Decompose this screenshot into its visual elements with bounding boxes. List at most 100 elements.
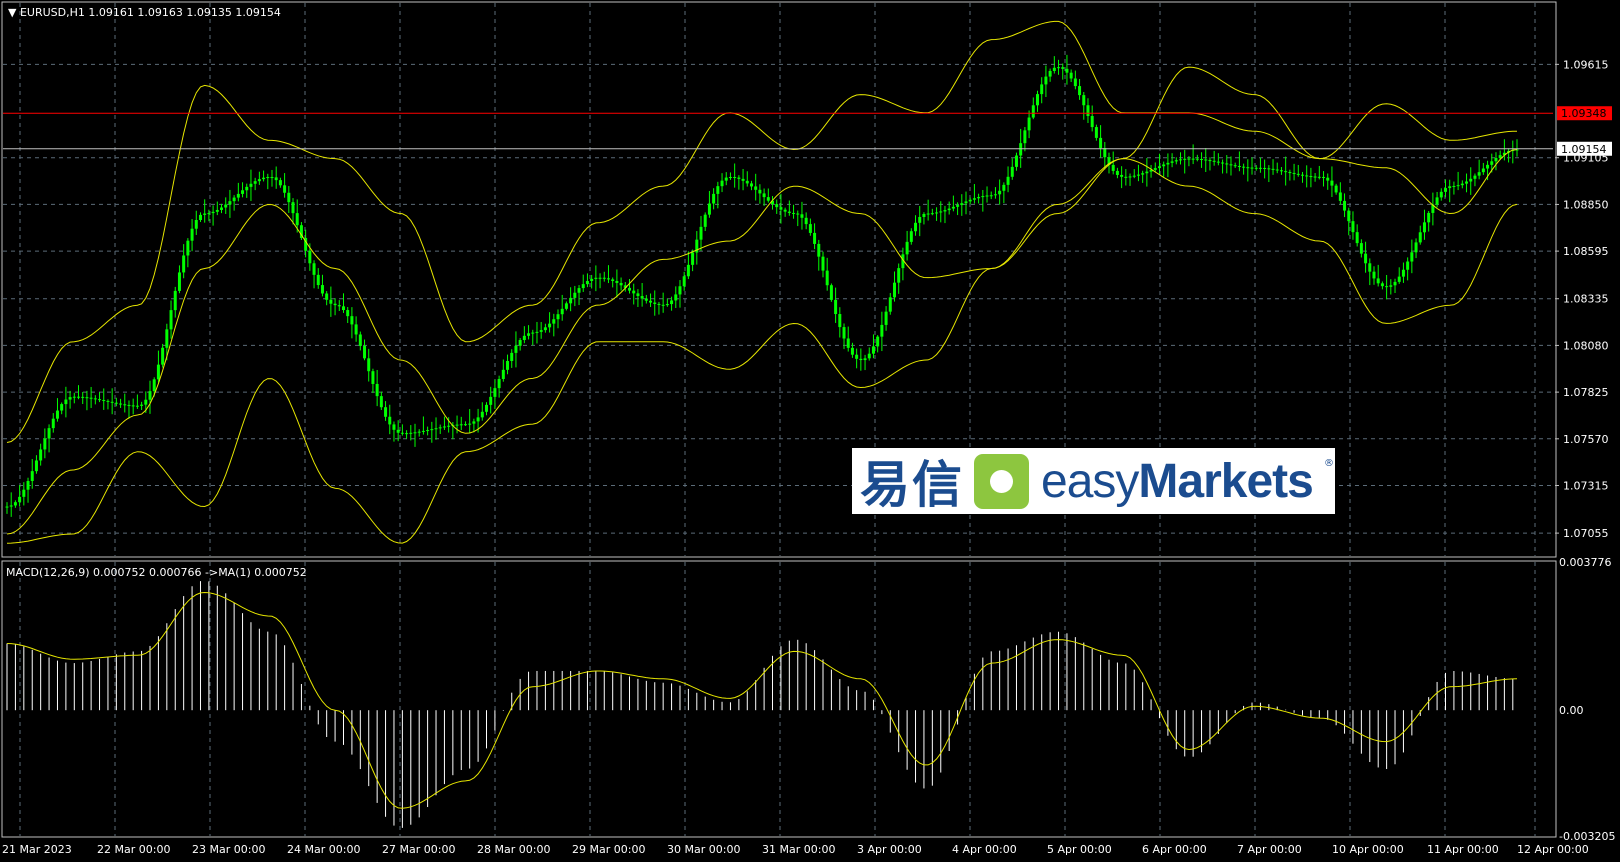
candle-body	[796, 213, 800, 215]
candle-body	[930, 213, 934, 215]
candle-body	[283, 185, 287, 193]
candle-body	[707, 203, 711, 215]
candle-body	[438, 427, 442, 429]
candle-body	[1271, 168, 1275, 170]
candle-body	[89, 397, 93, 399]
candle-body	[1078, 86, 1082, 96]
symbol-header: ▼ EURUSD,H1 1.09161 1.09163 1.09135 1.09…	[8, 6, 281, 19]
candle-body	[1212, 160, 1216, 162]
candle-body	[985, 195, 989, 197]
candle-body	[1258, 167, 1262, 169]
candle-body	[842, 327, 846, 339]
candle-body	[68, 397, 72, 400]
candle-body	[161, 347, 165, 365]
candle-body	[564, 303, 568, 309]
candle-body	[1343, 200, 1347, 211]
candle-body	[602, 277, 606, 279]
candle-body	[337, 305, 341, 307]
candle-body	[548, 323, 552, 328]
candle-body	[1389, 285, 1393, 287]
candle-body	[1195, 158, 1199, 160]
candle-body	[1263, 167, 1267, 169]
candle-body	[733, 176, 737, 178]
candle-body	[98, 399, 102, 401]
candle-body	[1136, 174, 1140, 176]
candle-body	[266, 177, 270, 179]
candle-body	[1305, 175, 1309, 177]
candle-body	[220, 207, 224, 210]
candle-body	[1456, 185, 1460, 187]
candle-body	[1120, 174, 1124, 177]
candle-body	[13, 502, 17, 506]
candle-body	[245, 186, 249, 191]
candle-body	[1279, 170, 1283, 172]
candle-body	[783, 209, 787, 212]
candle-body	[1111, 164, 1115, 171]
candle-body	[1250, 167, 1254, 169]
x-tick-label: 3 Apr 00:00	[857, 843, 922, 856]
candle-body	[977, 197, 981, 199]
candle-body	[640, 296, 644, 299]
x-tick-label: 27 Mar 00:00	[382, 843, 455, 856]
candle-body	[737, 177, 741, 179]
candle-body	[787, 211, 791, 213]
candle-body	[749, 183, 753, 187]
candle-body	[26, 481, 30, 490]
logo-chinese-text: 易信	[860, 456, 964, 514]
candle-body	[93, 398, 97, 400]
candle-body	[531, 332, 535, 334]
candle-body	[363, 345, 367, 359]
candle-body	[1006, 176, 1010, 185]
x-tick-label: 28 Mar 00:00	[477, 843, 550, 856]
candle-body	[1229, 164, 1233, 166]
candle-body	[18, 496, 22, 503]
candle-body	[1376, 278, 1380, 284]
x-tick-label: 12 Apr 00:00	[1517, 843, 1589, 856]
candle-body	[1069, 72, 1073, 79]
candle-body	[657, 303, 661, 305]
candle-body	[1036, 94, 1040, 106]
chart-window[interactable]: 1.096151.091051.088501.085951.083351.080…	[0, 0, 1620, 862]
candle-body	[140, 404, 144, 406]
x-tick-label: 11 Apr 00:00	[1427, 843, 1499, 856]
candle-body	[699, 226, 703, 240]
resistance-price-tag: 1.09348	[1561, 107, 1607, 120]
candle-body	[720, 180, 724, 187]
candle-body	[22, 489, 26, 497]
candle-body	[649, 300, 653, 303]
candle-body	[1124, 176, 1128, 178]
candle-body	[682, 276, 686, 287]
candle-body	[135, 405, 139, 407]
candle-body	[804, 217, 808, 225]
candle-body	[1027, 117, 1031, 131]
candle-body	[388, 416, 392, 425]
candle-body	[358, 334, 362, 346]
candle-body	[1300, 174, 1304, 176]
candle-body	[556, 314, 560, 320]
y-tick-label: 1.07570	[1563, 433, 1609, 446]
macd-y-tick-label: 0.00	[1559, 704, 1584, 717]
candle-body	[960, 203, 964, 206]
candle-body	[30, 471, 34, 482]
candle-body	[295, 213, 299, 226]
candle-body	[102, 399, 106, 401]
x-tick-label: 31 Mar 00:00	[762, 843, 835, 856]
candle-body	[1141, 173, 1145, 175]
candle-body	[1401, 269, 1405, 277]
candle-body	[1452, 185, 1456, 187]
candle-body	[779, 207, 783, 210]
last-price-tag: 1.09154	[1561, 143, 1607, 156]
candle-body	[628, 287, 632, 291]
candle-body	[148, 391, 152, 400]
candle-body	[1057, 67, 1061, 69]
candle-body	[825, 270, 829, 286]
candle-body	[215, 209, 219, 212]
candle-body	[569, 297, 573, 304]
candle-body	[972, 198, 976, 200]
candle-body	[1486, 164, 1490, 169]
candle-body	[1380, 283, 1384, 287]
candle-body	[905, 241, 909, 255]
candle-body	[1427, 212, 1431, 223]
candle-body	[442, 426, 446, 428]
x-tick-label: 21 Mar 2023	[2, 843, 72, 856]
